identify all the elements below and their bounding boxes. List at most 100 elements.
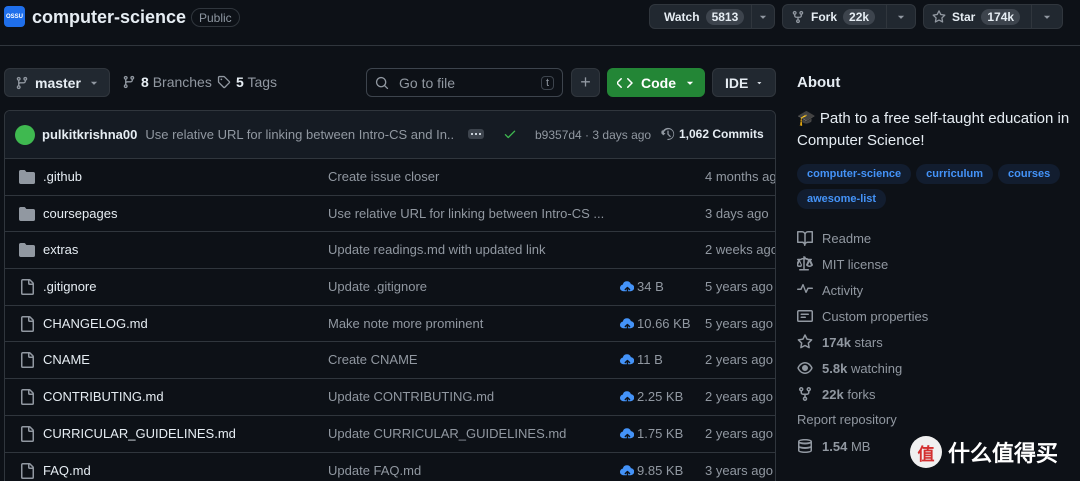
report-repository-link[interactable]: Report repository — [797, 412, 897, 427]
file-name-link[interactable]: CNAME — [43, 352, 90, 367]
star-counter: 174k — [981, 8, 1021, 25]
watching-count: 5.8k — [822, 360, 848, 376]
file-name-link[interactable]: CHANGELOG.md — [43, 316, 148, 331]
caret-down-icon — [897, 15, 904, 19]
watch-dropdown-button[interactable] — [751, 5, 774, 28]
file-name-link[interactable]: coursepages — [43, 206, 117, 221]
file-commit-message-link[interactable]: Use relative URL for linking between Int… — [328, 206, 604, 221]
file-row[interactable]: coursepages Use relative URL for linking… — [5, 196, 775, 233]
file-size-value: 9.85 KB — [637, 462, 684, 478]
topic-tag[interactable]: awesome-list — [797, 189, 887, 209]
repo-name-link[interactable]: computer-science — [32, 7, 186, 28]
topic-tag[interactable]: curriculum — [916, 164, 994, 184]
file-size: 11 B — [619, 352, 663, 367]
tags-link[interactable]: 5 Tags — [217, 74, 277, 90]
file-size-value: 34 B — [637, 279, 664, 295]
star-button[interactable]: Star 174k — [924, 5, 1031, 28]
activity-link[interactable]: Activity — [797, 282, 863, 298]
file-commit-message-link[interactable]: Update CONTRIBUTING.md — [328, 389, 494, 404]
file-commit-message-link[interactable]: Create CNAME — [328, 352, 418, 367]
star-icon — [932, 9, 946, 23]
file-icon — [21, 315, 34, 332]
file-commit-message-link[interactable]: Make note more prominent — [328, 316, 483, 331]
org-avatar[interactable]: OSSU — [4, 6, 25, 27]
file-name-link[interactable]: extras — [43, 242, 78, 257]
file-commit-message-link[interactable]: Create issue closer — [328, 169, 439, 184]
file-commit-date: 5 years ago — [705, 315, 773, 331]
commit-message-link[interactable]: Use relative URL for linking between Int… — [145, 127, 455, 142]
cloud-download-icon — [619, 318, 634, 328]
fork-label: Fork — [811, 9, 838, 24]
forks-link[interactable]: 22k forks — [797, 386, 876, 402]
watching-label: watching — [850, 360, 903, 376]
watermark-logo: 值 — [910, 436, 942, 468]
file-row[interactable]: .gitignore Update .gitignore 34 B 5 year… — [5, 269, 775, 306]
branch-name: master — [35, 74, 81, 91]
watchers-link[interactable]: 5.8k watching — [797, 360, 902, 376]
file-name-link[interactable]: .github — [43, 169, 82, 184]
file-commit-message-link[interactable]: Update .gitignore — [328, 279, 427, 294]
file-row[interactable]: CHANGELOG.md Make note more prominent 10… — [5, 306, 775, 343]
go-to-file-search[interactable]: Go to file t — [366, 68, 563, 97]
file-row[interactable]: CURRICULAR_GUIDELINES.md Update CURRICUL… — [5, 416, 775, 453]
star-label: Star — [952, 9, 976, 24]
caret-down-icon — [686, 81, 694, 85]
fork-dropdown-button[interactable] — [885, 5, 916, 28]
code-button[interactable]: Code — [607, 68, 705, 97]
stars-link[interactable]: 174k stars — [797, 334, 883, 350]
stars-count: 174k — [822, 334, 851, 350]
branches-count: 8 — [141, 74, 149, 90]
tags-label: Tags — [247, 74, 278, 90]
cloud-download-icon — [619, 281, 634, 292]
file-commit-date: 2 years ago — [705, 389, 773, 405]
file-name-link[interactable]: .gitignore — [43, 279, 96, 294]
file-row[interactable]: FAQ.md Update FAQ.md 9.85 KB 3 years ago — [5, 453, 775, 481]
file-icon — [21, 389, 34, 406]
caret-down-icon — [1043, 15, 1050, 19]
file-row[interactable]: .github Create issue closer 4 months ago — [5, 159, 775, 196]
topic-tag[interactable]: courses — [998, 164, 1061, 184]
file-name-link[interactable]: CONTRIBUTING.md — [43, 389, 164, 404]
cloud-download-icon — [619, 464, 634, 475]
commits-history-link[interactable]: 1,062 Commits — [661, 127, 764, 141]
commit-author-avatar[interactable] — [15, 124, 35, 145]
branch-selector-button[interactable]: master — [4, 68, 110, 97]
plus-icon: + — [580, 72, 591, 92]
file-row[interactable]: CNAME Create CNAME 11 B 2 years ago — [5, 342, 775, 380]
file-size: 2.25 KB — [619, 389, 683, 404]
add-file-button[interactable]: + — [571, 68, 600, 97]
commit-sha-time[interactable]: b9357d4 · 3 days ago — [535, 128, 651, 142]
file-row[interactable]: CONTRIBUTING.md Update CONTRIBUTING.md 2… — [5, 379, 775, 416]
branches-link[interactable]: 8 Branches — [122, 74, 212, 90]
watermark-text: 什么值得买 — [948, 441, 1059, 466]
ide-button[interactable]: IDE — [712, 68, 776, 97]
history-icon — [661, 127, 675, 141]
star-dropdown-button[interactable] — [1030, 5, 1063, 28]
file-row[interactable]: extras Update readings.md with updated l… — [5, 232, 775, 270]
folder-icon — [19, 206, 35, 221]
database-icon — [798, 439, 812, 453]
license-link[interactable]: MIT license — [797, 256, 888, 272]
commit-author-link[interactable]: pulkitkrishna00 — [42, 127, 137, 142]
file-commit-message-link[interactable]: Update FAQ.md — [328, 463, 421, 478]
file-commit-date: 5 years ago — [705, 279, 773, 295]
file-commit-message-link[interactable]: Update readings.md with updated link — [328, 242, 546, 257]
file-name-link[interactable]: CURRICULAR_GUIDELINES.md — [43, 426, 236, 441]
fork-button[interactable]: Fork 22k — [783, 5, 886, 28]
size-value: 1.54 — [822, 438, 848, 454]
check-icon[interactable] — [503, 127, 517, 141]
watch-button-group: Watch 5813 — [649, 4, 775, 29]
watch-button[interactable]: Watch 5813 — [650, 5, 751, 28]
book-icon — [797, 230, 813, 246]
file-size: 9.85 KB — [619, 463, 683, 478]
tags-count: 5 — [236, 74, 244, 90]
file-commit-date: 3 years ago — [705, 462, 773, 478]
topic-tag[interactable]: computer-science — [797, 164, 912, 184]
readme-link[interactable]: Readme — [797, 230, 871, 246]
file-name-link[interactable]: FAQ.md — [43, 463, 91, 478]
file-commit-message-link[interactable]: Update CURRICULAR_GUIDELINES.md — [328, 426, 566, 441]
fork-icon — [798, 387, 811, 402]
expand-commit-button[interactable] — [468, 129, 484, 139]
cloud-download-icon — [619, 391, 634, 402]
custom-properties-link[interactable]: Custom properties — [797, 308, 928, 324]
